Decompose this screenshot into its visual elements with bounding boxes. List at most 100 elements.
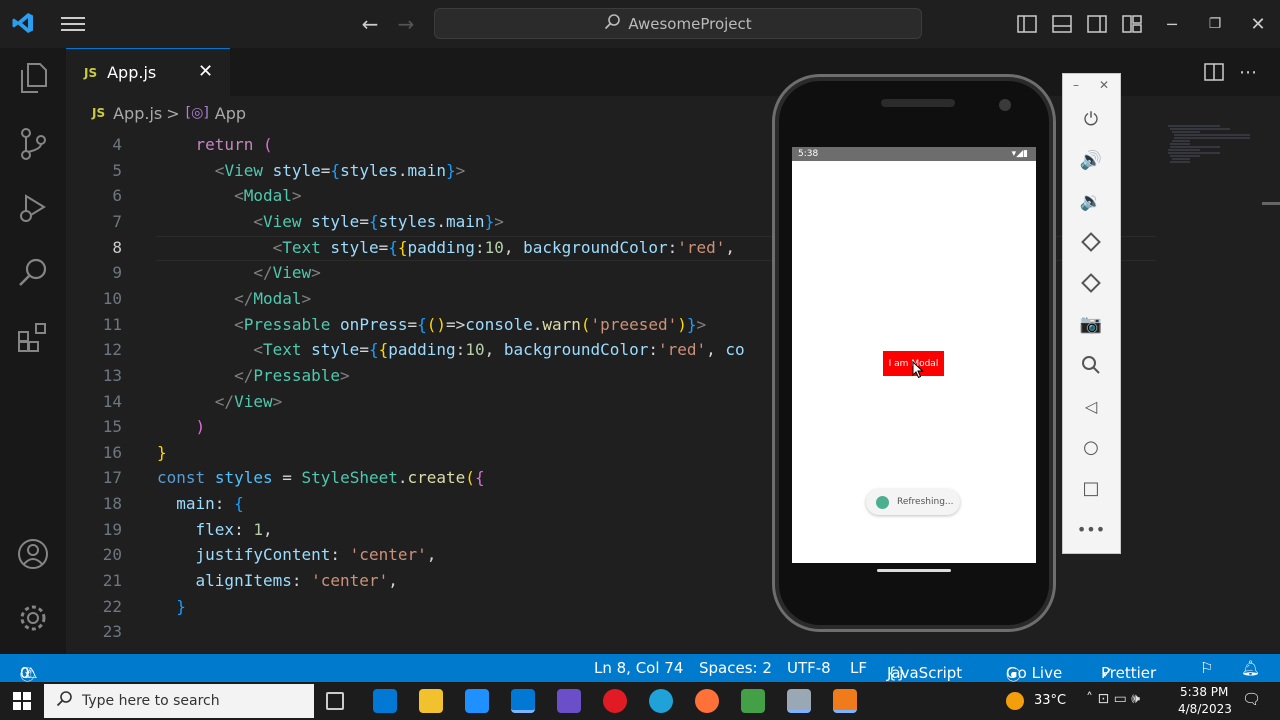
line-number: 14 xyxy=(102,391,122,411)
toolbar-minimize-icon[interactable]: – xyxy=(1073,78,1079,92)
tab-label: App.js xyxy=(107,63,157,82)
rotate-left-icon[interactable] xyxy=(1079,230,1103,254)
explorer-icon[interactable] xyxy=(16,60,50,96)
cursor-position[interactable]: Ln 8, Col 74 xyxy=(594,659,683,677)
line-content: <Text style={{padding:10, backgroundColo… xyxy=(253,340,745,360)
vscode-taskbar-icon[interactable] xyxy=(511,689,535,713)
toast-text: Refreshing... xyxy=(897,497,954,507)
volume-down-icon[interactable]: 🔉 xyxy=(1079,189,1103,213)
line-number: 19 xyxy=(102,519,122,539)
clock-date[interactable]: 4/8/2023 xyxy=(1178,702,1232,716)
notifications-bell-icon[interactable]: 🔔︎ xyxy=(1241,659,1260,677)
toolbar-close-icon[interactable]: ✕ xyxy=(1099,78,1109,92)
nodejs-icon[interactable] xyxy=(741,689,765,713)
more-actions-icon[interactable]: ⋯ xyxy=(1236,60,1260,84)
indentation[interactable]: Spaces: 2 xyxy=(699,659,772,677)
js-file-icon: JS xyxy=(84,65,98,80)
temperature[interactable]: 33°C xyxy=(1034,693,1066,708)
mail-icon[interactable] xyxy=(465,689,489,713)
line-content: </Pressable> xyxy=(234,365,350,385)
close-window-icon[interactable]: ✕ xyxy=(1246,12,1270,36)
emulator-toolbar: – ✕ ⏻ 🔊 🔉 📷 ◁ ○ □ ••• xyxy=(1062,73,1121,554)
back-arrow-icon[interactable]: ← xyxy=(358,12,382,36)
line-content: flex: 1, xyxy=(195,519,273,539)
overview-square-icon[interactable]: □ xyxy=(1079,476,1103,500)
tab-app-js[interactable]: JS App.js ✕ xyxy=(66,48,230,96)
edge-icon[interactable] xyxy=(649,689,673,713)
opera-icon[interactable] xyxy=(603,689,627,713)
breadcrumb-separator: > xyxy=(166,103,180,123)
close-tab-icon[interactable]: ✕ xyxy=(198,61,213,82)
forward-arrow-icon[interactable]: → xyxy=(394,12,418,36)
task-view-icon[interactable] xyxy=(326,692,344,710)
accounts-icon[interactable] xyxy=(16,536,50,572)
microsoft-store-icon[interactable] xyxy=(373,689,397,713)
vscode-logo-icon xyxy=(10,10,36,36)
back-triangle-icon[interactable]: ◁ xyxy=(1079,394,1103,418)
line-content: </Modal> xyxy=(234,288,312,308)
scrollbar-thumb[interactable] xyxy=(1262,202,1280,205)
breadcrumb-file[interactable]: App.js xyxy=(113,104,162,123)
camera-icon[interactable]: 📷 xyxy=(1079,312,1103,336)
taskbar-search-placeholder: Type here to search xyxy=(82,693,220,709)
source-control-icon[interactable] xyxy=(16,126,50,162)
command-center-search[interactable]: AwesomeProject xyxy=(434,8,922,39)
line-content: <View style={styles.main}> xyxy=(214,160,466,180)
action-center-icon[interactable]: 🗨︎ xyxy=(1242,690,1261,708)
phone-speaker xyxy=(881,99,955,107)
home-circle-icon[interactable]: ○ xyxy=(1079,435,1103,459)
line-content: const styles = StyleSheet.create({ xyxy=(157,468,485,488)
activity-bar xyxy=(0,48,66,654)
app-purple-icon[interactable] xyxy=(557,689,581,713)
tray-icons[interactable]: ˄ ⊡ ▭ 🕪︎ xyxy=(1086,691,1140,707)
breadcrumb-symbol[interactable]: App xyxy=(215,104,246,123)
line-number: 17 xyxy=(102,468,122,488)
line-number: 11 xyxy=(102,314,122,334)
minimap xyxy=(1160,122,1280,182)
feedback-icon[interactable]: ⚐ xyxy=(1200,659,1213,677)
zoom-icon[interactable] xyxy=(1079,353,1103,377)
minimize-icon[interactable]: ─ xyxy=(1160,12,1184,36)
line-content: </View> xyxy=(214,391,283,411)
run-debug-icon[interactable] xyxy=(16,190,50,226)
file-explorer-icon[interactable] xyxy=(419,689,443,713)
android-emulator-taskbar-icon[interactable] xyxy=(833,689,857,713)
line-content: <Modal> xyxy=(234,186,302,206)
encoding[interactable]: UTF-8 xyxy=(787,659,831,677)
firefox-icon[interactable] xyxy=(695,689,719,713)
toggle-panel-icon[interactable] xyxy=(1051,14,1073,34)
windows-start-icon[interactable] xyxy=(13,692,31,714)
line-number: 6 xyxy=(112,186,122,206)
split-editor-icon[interactable] xyxy=(1202,60,1226,84)
end-of-line[interactable]: LF xyxy=(850,659,867,677)
clock-time[interactable]: 5:38 PM xyxy=(1180,685,1228,699)
menu-hamburger-icon[interactable] xyxy=(60,12,86,36)
phone-screen[interactable]: 5:38 ▾◢▮ I am Modal Refreshing... xyxy=(792,147,1036,563)
toggle-secondary-sidebar-icon[interactable] xyxy=(1086,14,1108,34)
line-number: 21 xyxy=(102,571,122,591)
phone-camera xyxy=(999,99,1011,111)
go-live-label: Go Live xyxy=(1006,664,1063,682)
android-emulator: 5:38 ▾◢▮ I am Modal Refreshing... xyxy=(772,74,1056,632)
terminal-icon[interactable] xyxy=(787,689,811,713)
status-bar: ⓧ 0 ⚠ 0 Ln 8, Col 74 Spaces: 2 UTF-8 LF … xyxy=(0,654,1280,684)
taskbar-search-box[interactable]: Type here to search xyxy=(44,684,314,718)
volume-up-icon[interactable]: 🔊 xyxy=(1079,148,1103,172)
line-number: 10 xyxy=(102,288,122,308)
extensions-icon[interactable] xyxy=(16,320,50,356)
line-number: 23 xyxy=(102,622,122,642)
rotate-right-icon[interactable] xyxy=(1079,271,1103,295)
search-icon[interactable] xyxy=(16,254,50,290)
home-gesture-bar[interactable] xyxy=(877,569,951,572)
line-number: 9 xyxy=(112,263,122,283)
android-status-bar: 5:38 ▾◢▮ xyxy=(792,147,1036,161)
more-options-icon[interactable]: ••• xyxy=(1077,517,1105,541)
line-number: 7 xyxy=(112,211,122,231)
toggle-primary-sidebar-icon[interactable] xyxy=(1016,14,1038,34)
mouse-cursor-icon xyxy=(912,360,924,383)
settings-gear-icon[interactable] xyxy=(16,600,50,636)
taskbar-search-icon xyxy=(56,691,72,711)
restore-icon[interactable]: ❐ xyxy=(1203,12,1227,36)
power-icon[interactable]: ⏻ xyxy=(1079,107,1103,131)
customize-layout-icon[interactable] xyxy=(1121,14,1143,34)
